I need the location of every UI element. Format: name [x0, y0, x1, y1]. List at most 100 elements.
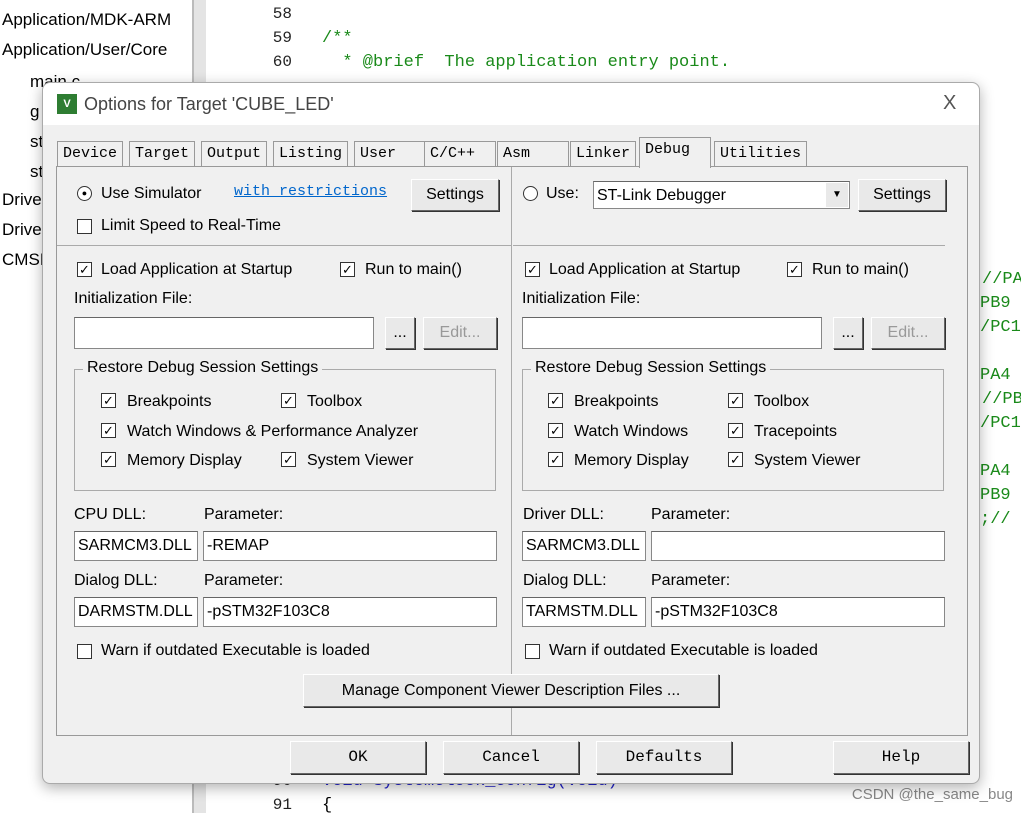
browse-button[interactable]: ...	[385, 317, 415, 349]
code-line: {	[322, 796, 333, 815]
tracepoints-label: Tracepoints	[754, 423, 837, 440]
code-snippet: //PB	[982, 390, 1021, 409]
tab-debug[interactable]: Debug	[639, 137, 711, 168]
use-debugger-radio[interactable]	[523, 186, 538, 201]
cancel-button[interactable]: Cancel	[443, 741, 579, 774]
group-title: Restore Debug Session Settings	[531, 359, 771, 377]
tab-cc[interactable]: C/C++	[424, 141, 496, 166]
toolbox-checkbox[interactable]: ✓	[281, 393, 296, 408]
warn-outdated-checkbox[interactable]	[525, 644, 540, 659]
run-to-main-checkbox[interactable]: ✓	[787, 262, 802, 277]
edit-button[interactable]: Edit...	[423, 317, 497, 349]
code-snippet: PB9	[980, 486, 1011, 505]
system-viewer-checkbox[interactable]: ✓	[728, 452, 743, 467]
watch-checkbox[interactable]: ✓	[101, 423, 116, 438]
with-restrictions-link[interactable]: with restrictions	[234, 183, 387, 200]
memory-label: Memory Display	[574, 452, 689, 469]
driver-param-input[interactable]	[651, 531, 945, 561]
tab-listing[interactable]: Listing	[273, 141, 349, 166]
parameter-label: Parameter:	[651, 572, 731, 589]
dialog-dll-input[interactable]: TARMSTM.DLL	[522, 597, 646, 627]
init-file-input[interactable]	[522, 317, 822, 349]
breakpoints-checkbox[interactable]: ✓	[101, 393, 116, 408]
dialog-dll-label: Dialog DLL:	[523, 572, 607, 589]
tab-asm[interactable]: Asm	[497, 141, 569, 166]
debugger-settings-button[interactable]: Settings	[858, 179, 946, 211]
dialog-title: Options for Target 'CUBE_LED'	[84, 94, 334, 114]
use-simulator-label: Use Simulator	[101, 185, 202, 202]
load-app-label: Load Application at Startup	[101, 261, 293, 278]
watch-label: Watch Windows	[574, 423, 689, 440]
toolbox-checkbox[interactable]: ✓	[728, 393, 743, 408]
tab-target[interactable]: Target	[129, 141, 196, 166]
use-simulator-radio[interactable]: ●	[77, 186, 92, 201]
limit-speed-label: Limit Speed to Real-Time	[101, 217, 281, 234]
code-snippet: ;//	[980, 510, 1011, 529]
dialog-param-input[interactable]: -pSTM32F103C8	[203, 597, 497, 627]
watermark: CSDN @the_same_bug	[851, 786, 1013, 803]
simulator-settings-button[interactable]: Settings	[411, 179, 499, 211]
tab-linker[interactable]: Linker	[570, 141, 637, 166]
tab-utilities[interactable]: Utilities	[714, 141, 808, 166]
tab-output[interactable]: Output	[201, 141, 268, 166]
toolbox-label: Toolbox	[754, 393, 810, 410]
breakpoints-label: Breakpoints	[574, 393, 659, 410]
line-number: 59	[272, 29, 292, 47]
tree-item[interactable]: Application/MDK-ARM	[2, 10, 171, 30]
init-file-label: Initialization File:	[522, 290, 641, 307]
defaults-button[interactable]: Defaults	[596, 741, 732, 774]
dialog-dll-input[interactable]: DARMSTM.DLL	[74, 597, 198, 627]
driver-dll-input[interactable]: SARMCM3.DLL	[522, 531, 646, 561]
run-to-main-label: Run to main()	[365, 261, 462, 278]
warn-outdated-label: Warn if outdated Executable is loaded	[549, 642, 818, 659]
line-number: 58	[272, 5, 292, 23]
browse-button[interactable]: ...	[833, 317, 863, 349]
edit-button[interactable]: Edit...	[871, 317, 945, 349]
dialog-dll-label: Dialog DLL:	[74, 572, 158, 589]
keil-app-icon: V	[57, 94, 77, 114]
tree-item[interactable]: g	[30, 102, 39, 122]
run-to-main-label: Run to main()	[812, 261, 909, 278]
load-app-label: Load Application at Startup	[549, 261, 741, 278]
divider	[511, 167, 512, 735]
tree-item[interactable]: Application/User/Core	[2, 40, 167, 60]
chevron-down-icon[interactable]: ▼	[826, 183, 848, 207]
debugger-value: ST-Link Debugger	[597, 187, 726, 204]
debugger-select[interactable]: ST-Link Debugger	[593, 181, 850, 209]
tree-item[interactable]: Drive	[2, 220, 42, 240]
toolbox-label: Toolbox	[307, 393, 363, 410]
run-to-main-checkbox[interactable]: ✓	[340, 262, 355, 277]
breakpoints-checkbox[interactable]: ✓	[548, 393, 563, 408]
system-viewer-checkbox[interactable]: ✓	[281, 452, 296, 467]
group-title: Restore Debug Session Settings	[83, 359, 323, 377]
code-snippet: /PC1	[980, 318, 1021, 337]
init-file-input[interactable]	[74, 317, 374, 349]
limit-speed-checkbox[interactable]	[77, 219, 92, 234]
options-dialog: V Options for Target 'CUBE_LED' X Device…	[42, 82, 980, 784]
tree-item[interactable]: Drive	[2, 190, 42, 210]
tracepoints-checkbox[interactable]: ✓	[728, 423, 743, 438]
parameter-label: Parameter:	[651, 506, 731, 523]
line-number: 91	[272, 796, 292, 814]
tab-device[interactable]: Device	[57, 141, 124, 166]
load-app-checkbox[interactable]: ✓	[525, 262, 540, 277]
tab-user[interactable]: User	[354, 141, 428, 166]
cpu-dll-input[interactable]: SARMCM3.DLL	[74, 531, 198, 561]
manage-component-viewer-button[interactable]: Manage Component Viewer Description File…	[303, 674, 719, 707]
dialog-param-input[interactable]: -pSTM32F103C8	[651, 597, 945, 627]
cpu-dll-label: CPU DLL:	[74, 506, 147, 523]
help-button[interactable]: Help	[833, 741, 969, 774]
line-number: 60	[272, 53, 292, 71]
load-app-checkbox[interactable]: ✓	[77, 262, 92, 277]
memory-checkbox[interactable]: ✓	[548, 452, 563, 467]
watch-checkbox[interactable]: ✓	[548, 423, 563, 438]
cpu-param-input[interactable]: -REMAP	[203, 531, 497, 561]
warn-outdated-checkbox[interactable]	[77, 644, 92, 659]
ok-button[interactable]: OK	[290, 741, 426, 774]
tree-item[interactable]: CMSI	[2, 250, 45, 270]
parameter-label: Parameter:	[204, 506, 284, 523]
code-snippet: PA4	[980, 462, 1011, 481]
memory-checkbox[interactable]: ✓	[101, 452, 116, 467]
divider	[57, 245, 511, 246]
close-icon[interactable]: X	[943, 92, 956, 115]
